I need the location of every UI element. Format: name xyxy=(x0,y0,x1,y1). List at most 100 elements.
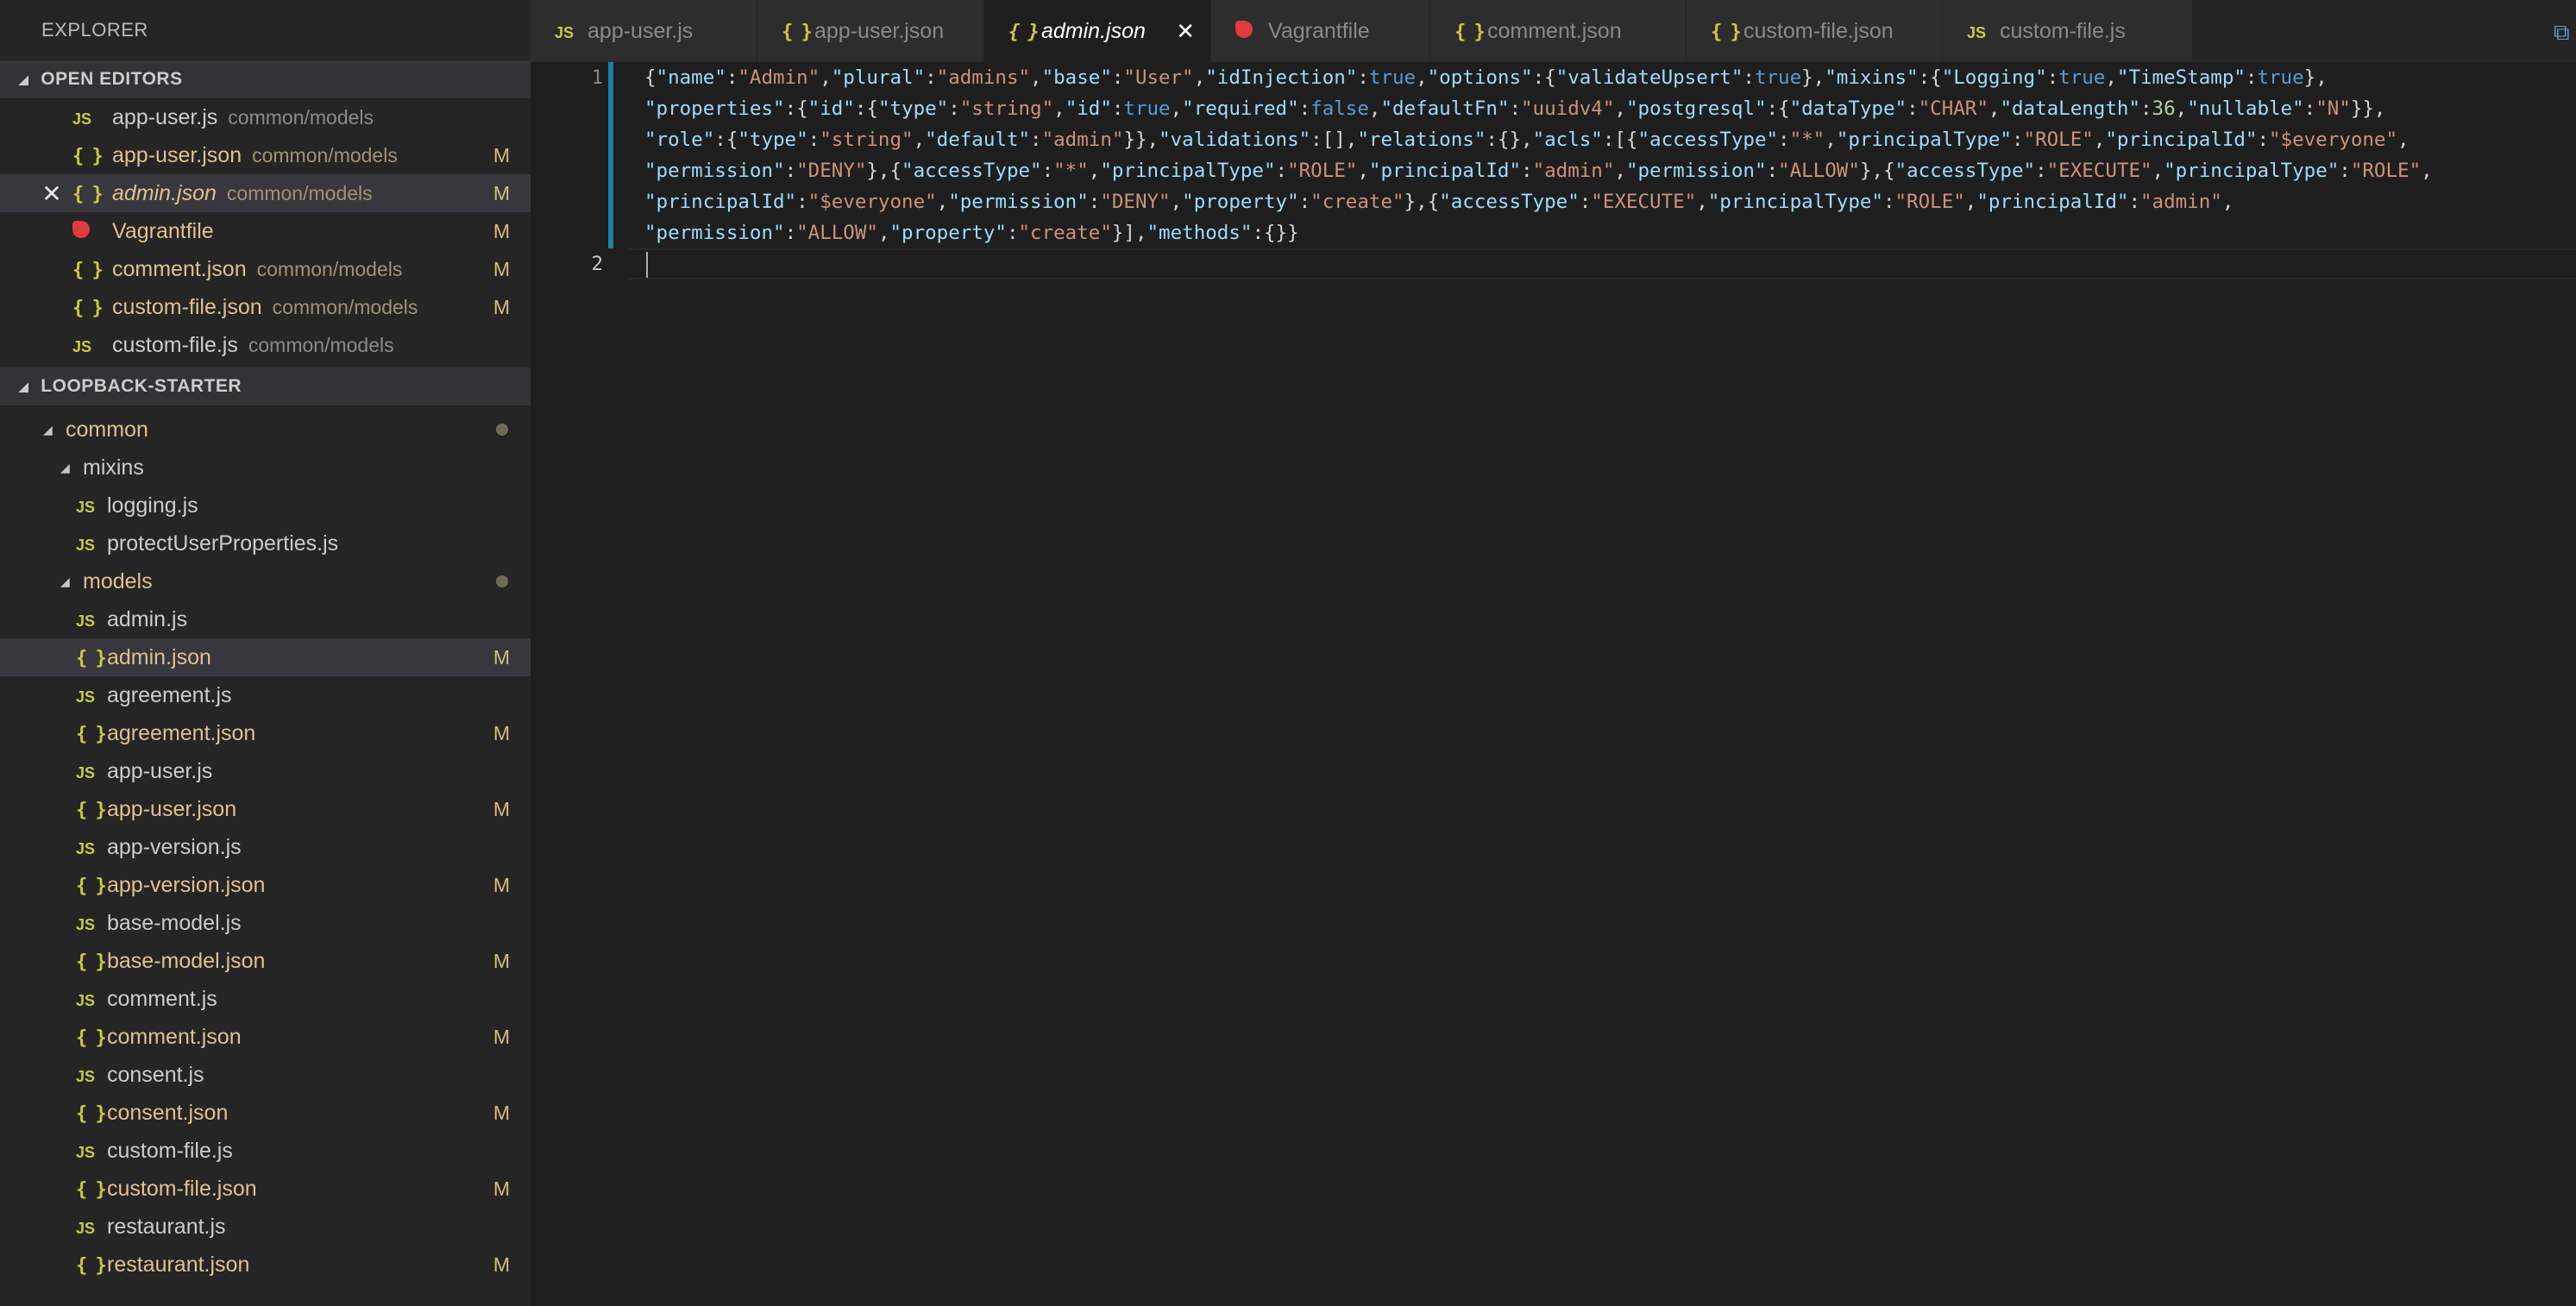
code-token: "ROLE" xyxy=(1287,160,1358,182)
tree-file[interactable]: { } consent.json M xyxy=(0,1094,531,1132)
code-token: : xyxy=(796,191,808,213)
tree-file-icon: JS xyxy=(76,1215,105,1240)
code-token: "EXECUTE" xyxy=(2046,160,2152,182)
modified-badge: M xyxy=(493,949,510,972)
code-token: "create" xyxy=(1018,222,1112,244)
code-token: , xyxy=(2175,97,2188,120)
tree-file[interactable]: JS protectUserProperties.js xyxy=(0,524,531,562)
code-token: "id" xyxy=(807,97,855,120)
tree-file[interactable]: JS comment.js xyxy=(0,980,531,1018)
tree-folder[interactable]: ◢ models xyxy=(0,562,531,600)
modified-dot-icon xyxy=(496,575,508,587)
code-token: , xyxy=(1825,129,1837,151)
tree-file[interactable]: JS app-user.js xyxy=(0,752,531,790)
open-editor-item[interactable]: ✕ { } admin.json common/models M xyxy=(0,174,531,212)
code-token: "nullable" xyxy=(2187,97,2304,120)
js-file-icon: JS xyxy=(76,991,96,1009)
code-token: : xyxy=(1006,222,1019,244)
tree-folder[interactable]: ◢ common xyxy=(0,411,531,449)
tree-file[interactable]: { } restaurant.json M xyxy=(0,1246,531,1284)
tab-app-user-json[interactable]: { } app-user.json xyxy=(757,0,984,62)
tree-file[interactable]: JS custom-file.js xyxy=(0,1132,531,1170)
code-token: "principalType" xyxy=(1836,129,2012,151)
js-file-icon: JS xyxy=(72,110,92,128)
open-editor-item[interactable]: JS custom-file.js common/models xyxy=(0,326,531,364)
code-token: "name" xyxy=(656,66,726,89)
code-token: , xyxy=(1170,97,1183,120)
code-editor[interactable]: 1 2 {"name":"Admin","plural":"admins","b… xyxy=(531,62,2576,1306)
modified-badge: M xyxy=(493,143,510,166)
code-token: "methods" xyxy=(1147,222,1253,244)
code-token: :[{ xyxy=(1602,129,1638,151)
open-editor-path: common/models xyxy=(248,333,394,356)
code-token: , xyxy=(2397,129,2410,151)
tree-file[interactable]: JS logging.js xyxy=(0,487,531,524)
tab-label: app-user.json xyxy=(814,18,945,43)
explorer-sidebar: EXPLORER ◢ OPEN EDITORS JS app-user.js com… xyxy=(0,0,531,1306)
code-token: "DENY" xyxy=(1100,191,1171,213)
code-token: , xyxy=(1053,97,1065,120)
open-editor-item[interactable]: JS app-user.js common/models xyxy=(0,98,531,136)
modified-badge: M xyxy=(493,181,510,204)
tree-file-icon: JS xyxy=(76,493,105,518)
tree-file[interactable]: { } comment.json M xyxy=(0,1018,531,1056)
open-editor-item[interactable]: { } comment.json common/models M xyxy=(0,250,531,288)
code-token: , xyxy=(820,66,832,89)
tab-admin-json[interactable]: { } admin.json ✕ xyxy=(984,0,1211,62)
code-token: "type" xyxy=(877,97,949,120)
split-editor-icon[interactable]: ⧉ xyxy=(2554,19,2576,43)
code-token: , xyxy=(2105,66,2117,89)
open-editors-header[interactable]: ◢ OPEN EDITORS xyxy=(0,60,531,98)
open-editor-item[interactable]: { } custom-file.json common/models M xyxy=(0,288,531,326)
code-token: : xyxy=(2339,160,2351,182)
code-token: "TimeStamp" xyxy=(2116,66,2246,89)
json-file-icon: { } xyxy=(72,145,104,167)
code-token: :{}} xyxy=(1252,222,1299,244)
line-number: 1 xyxy=(591,66,603,89)
open-editor-name: Vagrantfile xyxy=(112,218,214,243)
code-token: : xyxy=(784,160,797,182)
open-editor-item[interactable]: { } app-user.json common/models M xyxy=(0,136,531,174)
close-icon[interactable]: ✕ xyxy=(40,179,64,208)
project-header[interactable]: ◢ LOOPBACK-STARTER xyxy=(0,367,531,405)
modified-badge: M xyxy=(493,721,510,744)
tab-custom-file-json[interactable]: { } custom-file.json xyxy=(1687,0,1943,62)
code-token: : xyxy=(1041,160,1054,182)
tree-file-icon: { } xyxy=(76,1177,107,1202)
modified-badge: M xyxy=(493,1025,510,1048)
current-line-highlight xyxy=(627,248,2576,279)
tree-folder[interactable]: ◢ mixins xyxy=(0,449,531,487)
tree-file[interactable]: JS admin.js xyxy=(0,600,531,638)
tree-file[interactable]: JS consent.js xyxy=(0,1056,531,1094)
code-token: }}, xyxy=(2350,97,2386,120)
tree-file[interactable]: { } admin.json M xyxy=(0,638,531,676)
tree-file[interactable]: { } app-version.json M xyxy=(0,866,531,904)
tree-file[interactable]: JS agreement.js xyxy=(0,676,531,714)
tree-file[interactable]: JS app-version.js xyxy=(0,828,531,866)
tab-app-user-js[interactable]: JS app-user.js xyxy=(531,0,757,62)
tab-custom-file-js[interactable]: JS custom-file.js xyxy=(1943,0,2193,62)
code-token: "*" xyxy=(1053,160,1089,182)
code-token: "ROLE" xyxy=(2350,160,2422,182)
tree-file[interactable]: JS restaurant.js xyxy=(0,1208,531,1246)
code-token: :{ xyxy=(1918,66,1942,89)
tree-file[interactable]: { } app-user.json M xyxy=(0,790,531,828)
vagrant-file-icon xyxy=(1235,20,1253,38)
tree-file[interactable]: { } agreement.json M xyxy=(0,714,531,752)
close-icon[interactable]: ✕ xyxy=(1176,18,1195,45)
code-token: "accessType" xyxy=(902,160,1042,182)
tab-comment-json[interactable]: { } comment.json xyxy=(1430,0,1687,62)
file-tree: ◢ common ◢ mixins JS logging.js JS protectUserP… xyxy=(0,405,531,1284)
chevron-down-icon: ◢ xyxy=(60,574,70,588)
tab-vagrantfile[interactable]: Vagrantfile xyxy=(1211,0,1430,62)
tree-file[interactable]: JS base-model.js xyxy=(0,904,531,942)
tree-item-label: restaurant.json xyxy=(107,1252,250,1277)
tree-file[interactable]: { } base-model.json M xyxy=(0,942,531,980)
code-token: "principalType" xyxy=(1100,160,1276,182)
code-token: "principalId" xyxy=(644,191,797,213)
code-token: : xyxy=(2035,160,2047,182)
open-editor-item[interactable]: Vagrantfile M xyxy=(0,212,531,250)
tree-file[interactable]: { } custom-file.json M xyxy=(0,1170,531,1208)
tree-item-label: models xyxy=(83,568,153,593)
json-file-icon: { } xyxy=(1454,21,1486,43)
